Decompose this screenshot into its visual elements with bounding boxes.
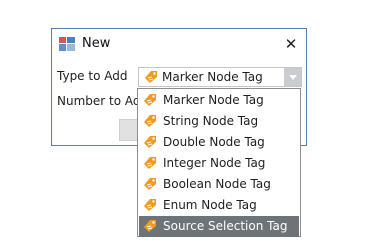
selected-type-value: Marker Node Tag	[162, 70, 263, 84]
tag-icon	[144, 157, 156, 169]
list-item[interactable]: Double Node Tag	[139, 132, 299, 153]
tag-icon	[144, 199, 156, 211]
app-logo-icon	[59, 37, 75, 51]
number-to-add-label: Number to Add	[57, 94, 149, 108]
close-icon: ✕	[284, 35, 298, 53]
list-item-label: Boolean Node Tag	[163, 177, 271, 191]
tag-icon	[144, 136, 156, 148]
dialog-title: New	[82, 36, 111, 51]
list-item-label: Double Node Tag	[163, 135, 265, 149]
list-item[interactable]: Enum Node Tag	[139, 195, 299, 216]
list-item[interactable]: Integer Node Tag	[139, 153, 299, 174]
type-to-add-label: Type to Add	[57, 69, 128, 83]
dropdown-arrow-button[interactable]	[284, 68, 301, 86]
list-item[interactable]: Boolean Node Tag	[139, 174, 299, 195]
list-item-highlighted[interactable]: Source Selection Tag	[139, 216, 299, 237]
list-item-label: Integer Node Tag	[163, 156, 266, 170]
title-bar: New ✕	[52, 29, 306, 59]
tag-icon	[144, 94, 156, 106]
tag-icon	[144, 178, 156, 190]
list-item[interactable]: Marker Node Tag	[139, 90, 299, 111]
close-button[interactable]: ✕	[276, 29, 306, 59]
tag-icon	[145, 71, 157, 83]
list-item-label: Enum Node Tag	[163, 198, 257, 212]
type-dropdown-list: Marker Node Tag String Node Tag Double N…	[137, 88, 301, 237]
chevron-down-icon	[288, 74, 297, 80]
tag-icon	[144, 220, 156, 232]
list-item[interactable]: String Node Tag	[139, 111, 299, 132]
list-item-label: Marker Node Tag	[163, 93, 264, 107]
list-item-label: String Node Tag	[163, 114, 259, 128]
tag-icon	[144, 115, 156, 127]
type-select[interactable]: Marker Node Tag	[138, 67, 302, 87]
list-item-label: Source Selection Tag	[163, 219, 288, 233]
